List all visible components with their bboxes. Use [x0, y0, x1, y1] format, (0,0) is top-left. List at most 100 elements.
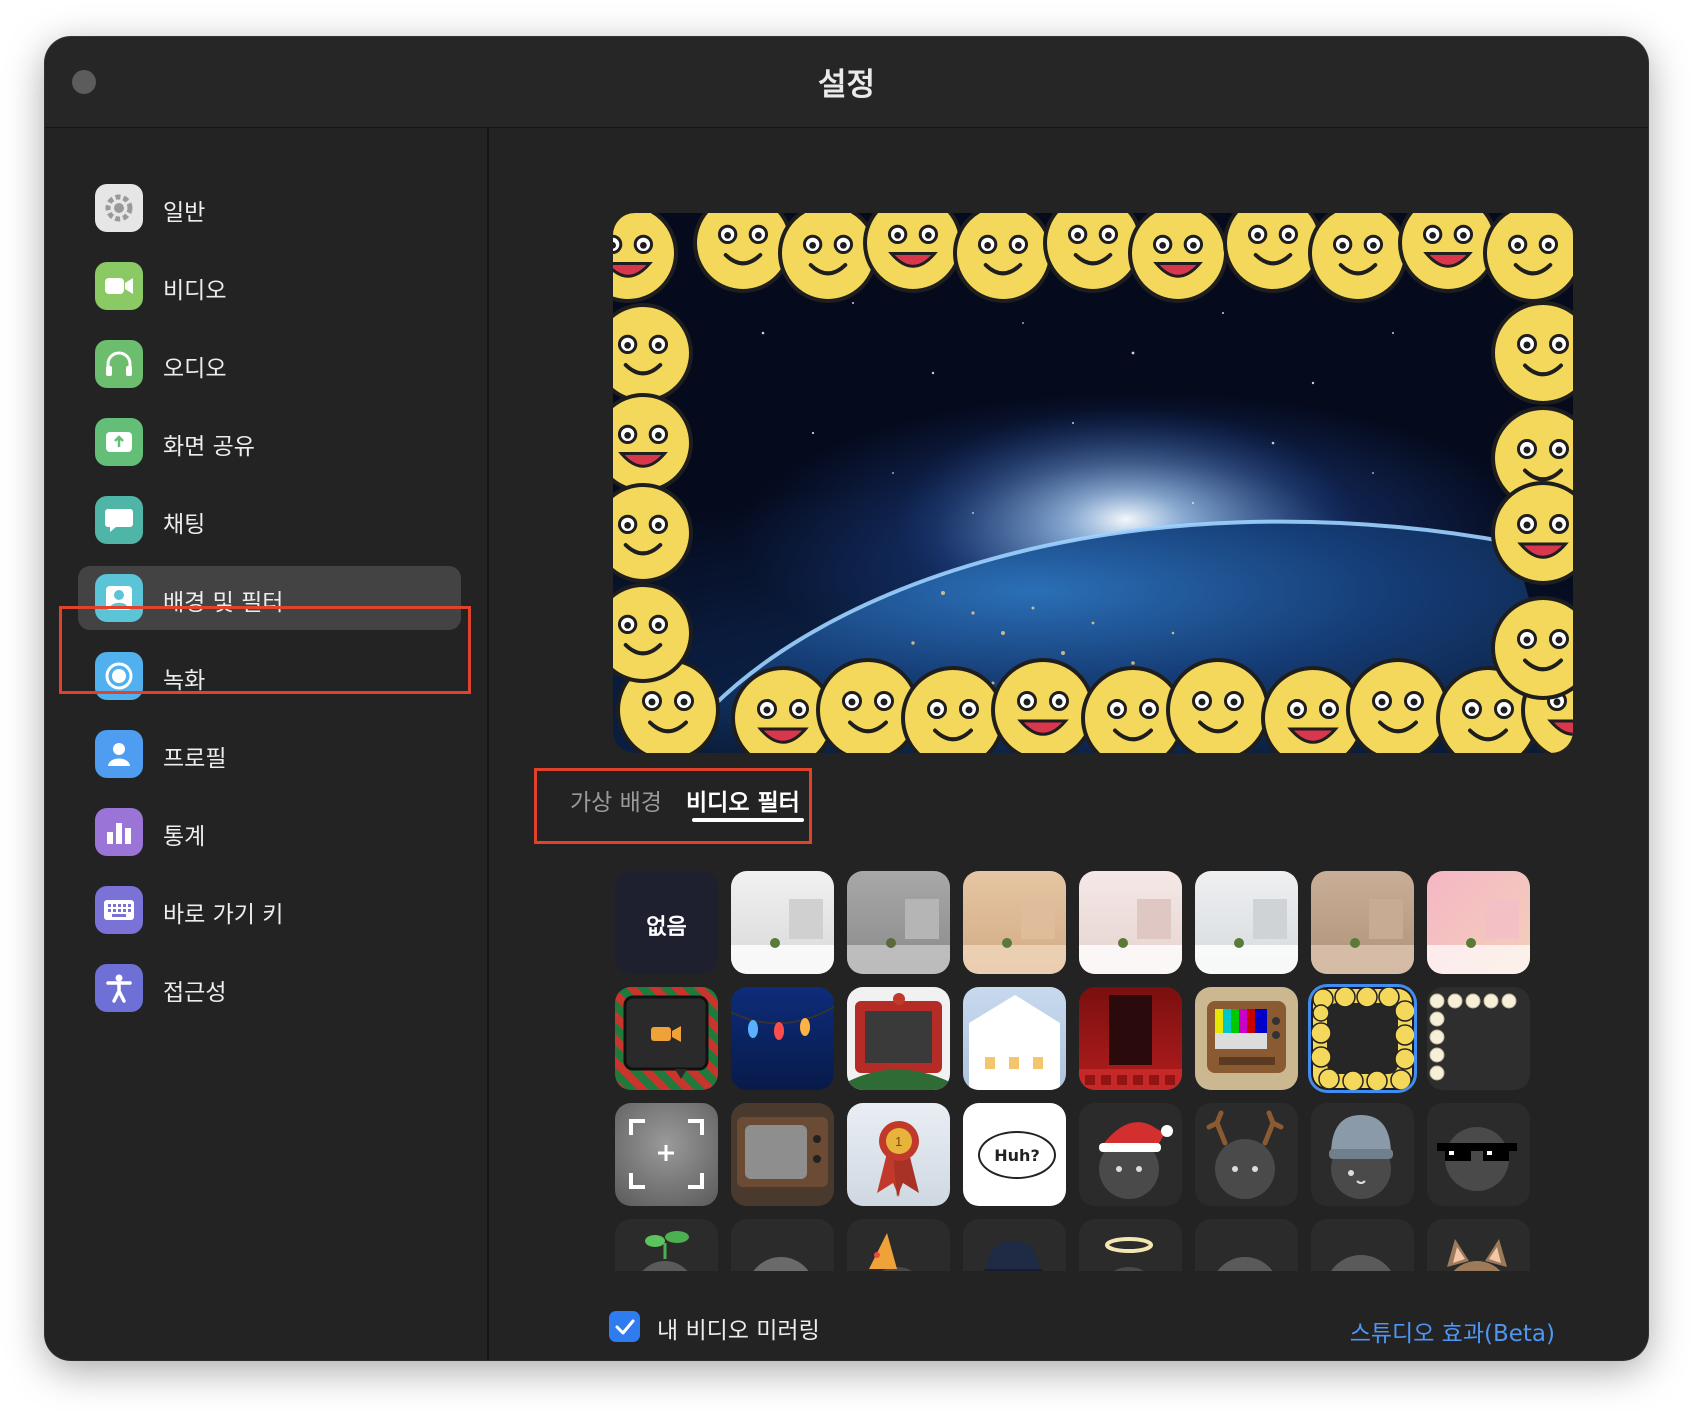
filter-room-beige[interactable] — [963, 871, 1066, 974]
emoji-face-icon — [1491, 301, 1573, 405]
filter-party-hat[interactable] — [847, 1219, 950, 1271]
filter-none[interactable]: 없음 — [615, 871, 718, 974]
video-camera-icon — [95, 262, 143, 310]
filter-grid: 없음 1 Huh? — [615, 871, 1545, 1271]
emoji-face-icon — [901, 666, 1005, 753]
filter-room-gray[interactable] — [847, 871, 950, 974]
string-lights-icon — [731, 1006, 834, 1040]
filter-award-ribbon[interactable]: 1 — [847, 1103, 950, 1206]
filter-room-taupe[interactable] — [1311, 871, 1414, 974]
main-panel: 가상 배경 비디오 필터 없음 1 Huh? 내 비디오 미러링 스튜디오 효과… — [489, 128, 1648, 1360]
filter-none-label: 없음 — [646, 915, 687, 940]
sidebar-item-label: 접근성 — [163, 980, 227, 1006]
sidebar-item-label: 프로필 — [163, 746, 227, 772]
santa-hat-icon — [1099, 1122, 1173, 1199]
award-ribbon-icon: 1 — [877, 1121, 919, 1197]
sidebar-item-label: 녹화 — [163, 668, 206, 694]
emoji-face-icon — [1346, 658, 1450, 753]
filter-holiday-camera[interactable] — [615, 987, 718, 1090]
award-number-glyph: 1 — [895, 1134, 902, 1149]
emoji-face-icon — [991, 658, 1095, 753]
sidebar-item-chat[interactable]: 채팅 — [78, 488, 461, 552]
sidebar-item-label: 일반 — [163, 200, 206, 226]
reindeer-antlers-icon — [1206, 1110, 1284, 1199]
filter-room-blush[interactable] — [1079, 871, 1182, 974]
filter-retro-tv[interactable] — [1195, 987, 1298, 1090]
window-title: 설정 — [817, 67, 876, 103]
desk-plant-icon — [1311, 899, 1414, 974]
sidebar-item-profile[interactable]: 프로필 — [78, 722, 461, 786]
filter-christmas-wreath[interactable] — [847, 987, 950, 1090]
sidebar-item-screen-share[interactable]: 화면 공유 — [78, 410, 461, 474]
filter-sprout[interactable] — [615, 1219, 718, 1271]
retro-tv-icon — [1207, 1001, 1286, 1073]
video-preview — [613, 213, 1573, 753]
filter-zoom-cap[interactable] — [963, 1219, 1066, 1271]
tab-video-filter[interactable]: 비디오 필터 — [686, 783, 800, 817]
emoji-face-icon — [778, 213, 878, 303]
emoji-face-icon — [1491, 596, 1573, 700]
sprout-icon — [642, 1231, 689, 1271]
marquee-lights-icon — [1429, 993, 1517, 1081]
record-icon — [95, 652, 143, 700]
filter-room-pink[interactable] — [1427, 871, 1530, 974]
emoji-face-icon — [1483, 213, 1573, 303]
accessibility-icon — [95, 964, 143, 1012]
old-tv-icon — [737, 1117, 828, 1187]
emoji-face-icon — [613, 583, 693, 683]
filter-speech-bubble[interactable]: Huh? — [963, 1103, 1066, 1206]
surgical-mask-icon — [1331, 1255, 1391, 1271]
snow-house-icon — [969, 995, 1060, 1090]
party-hat-icon — [869, 1233, 912, 1271]
emoji-face-icon — [613, 483, 693, 583]
sidebar-item-label: 오디오 — [163, 356, 227, 382]
filter-marquee-lights[interactable] — [1427, 987, 1530, 1090]
filter-face-mask-teal[interactable] — [1311, 1219, 1414, 1271]
face-mask-icon — [1217, 1257, 1273, 1271]
filter-santa-hat[interactable] — [1079, 1103, 1182, 1206]
emoji-face-icon — [693, 213, 793, 293]
studio-effects-link[interactable]: 스튜디오 효과(Beta) — [1350, 1314, 1555, 1348]
filter-animal-ears[interactable] — [1427, 1219, 1530, 1271]
sidebar-item-statistics[interactable]: 통계 — [78, 800, 461, 864]
filter-room-white[interactable] — [731, 871, 834, 974]
sidebar-item-background-filters[interactable]: 배경 및 필터 — [78, 566, 461, 630]
filter-room-cool[interactable] — [1195, 871, 1298, 974]
filter-rainbow[interactable] — [731, 1219, 834, 1271]
filter-pixel-sunglasses[interactable] — [1427, 1103, 1530, 1206]
filter-old-tv[interactable] — [731, 1103, 834, 1206]
sidebar-item-general[interactable]: 일반 — [78, 176, 461, 240]
emoji-face-icon — [1398, 213, 1498, 293]
beanie-icon — [1329, 1115, 1393, 1199]
sidebar-item-audio[interactable]: 오디오 — [78, 332, 461, 396]
desk-plant-icon — [731, 899, 834, 974]
christmas-wreath-icon — [847, 993, 950, 1090]
emoji-face-icon — [1223, 213, 1323, 293]
rainbow-icon — [753, 1257, 809, 1271]
emoji-face-icon — [1128, 213, 1228, 303]
halo-icon — [1105, 1237, 1153, 1271]
filter-emoji-frame[interactable] — [1311, 987, 1414, 1090]
desk-plant-icon — [1195, 899, 1298, 974]
emoji-face-icon — [613, 393, 693, 493]
filter-halo[interactable] — [1079, 1219, 1182, 1271]
desk-plant-icon — [1427, 899, 1530, 974]
tab-virtual-background[interactable]: 가상 배경 — [570, 783, 662, 817]
filter-face-mask-white[interactable] — [1195, 1219, 1298, 1271]
emoji-frame-overlay — [613, 213, 1573, 753]
emoji-face-icon — [953, 213, 1053, 303]
checkmark-icon — [615, 1319, 634, 1334]
sidebar-item-video[interactable]: 비디오 — [78, 254, 461, 318]
emoji-face-icon — [1166, 658, 1270, 753]
filter-reindeer-antlers[interactable] — [1195, 1103, 1298, 1206]
sidebar-item-shortcuts[interactable]: 바로 가기 키 — [78, 878, 461, 942]
sidebar-item-accessibility[interactable]: 접근성 — [78, 956, 461, 1020]
mirror-video-checkbox[interactable] — [609, 1311, 640, 1342]
filter-string-lights[interactable] — [731, 987, 834, 1090]
filter-focus-frame[interactable] — [615, 1103, 718, 1206]
filter-theater-curtain[interactable] — [1079, 987, 1182, 1090]
filter-snow-house[interactable] — [963, 987, 1066, 1090]
sidebar-item-recording[interactable]: 녹화 — [78, 644, 461, 708]
filter-beanie[interactable] — [1311, 1103, 1414, 1206]
emoji-face-icon — [863, 213, 963, 293]
